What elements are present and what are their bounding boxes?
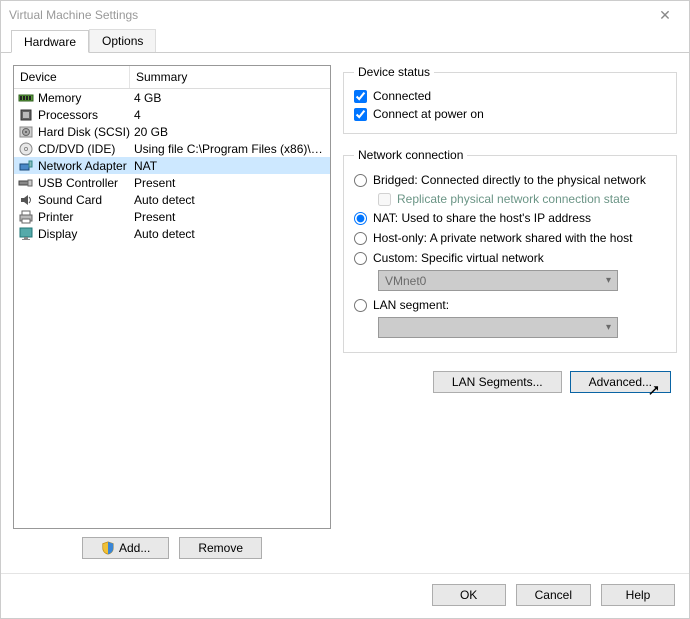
- chevron-down-icon: ▾: [606, 322, 611, 333]
- device-name: Network Adapter: [38, 159, 132, 173]
- device-name: USB Controller: [38, 176, 132, 190]
- device-summary: 4 GB: [132, 91, 326, 105]
- net-icon: [18, 158, 34, 174]
- window-title: Virtual Machine Settings: [9, 8, 649, 22]
- dialog-footer: OK Cancel Help: [1, 573, 689, 618]
- device-summary: Present: [132, 210, 326, 224]
- sound-icon: [18, 192, 34, 208]
- hostonly-label: Host-only: A private network shared with…: [373, 231, 632, 245]
- device-summary: Auto detect: [132, 227, 326, 241]
- device-summary: 4: [132, 108, 326, 122]
- custom-network-value: VMnet0: [385, 274, 426, 288]
- device-summary: NAT: [132, 159, 326, 173]
- custom-label: Custom: Specific virtual network: [373, 251, 544, 265]
- device-table-header: Device Summary: [14, 66, 330, 89]
- device-table: Device Summary Memory4 GBProcessors4Hard…: [13, 65, 331, 529]
- bridged-label: Bridged: Connected directly to the physi…: [373, 173, 646, 187]
- connect-poweron-row[interactable]: Connect at power on: [354, 105, 666, 123]
- printer-icon: [18, 209, 34, 225]
- cd-icon: [18, 141, 34, 157]
- settings-panel: Device status Connected Connect at power…: [343, 65, 677, 559]
- tab-options[interactable]: Options: [89, 29, 156, 52]
- col-summary[interactable]: Summary: [129, 66, 330, 88]
- device-row-usb[interactable]: USB ControllerPresent: [14, 174, 330, 191]
- memory-icon: [18, 90, 34, 106]
- shield-icon: [101, 541, 115, 555]
- content: Device Summary Memory4 GBProcessors4Hard…: [1, 53, 689, 571]
- add-button-label: Add...: [119, 541, 150, 555]
- lansegment-select: x ▾: [378, 317, 618, 338]
- device-row-cd[interactable]: CD/DVD (IDE)Using file C:\Program Files …: [14, 140, 330, 157]
- close-icon[interactable]: ✕: [649, 7, 681, 24]
- connected-label: Connected: [373, 89, 431, 103]
- device-name: CD/DVD (IDE): [38, 142, 132, 156]
- device-status-group: Device status Connected Connect at power…: [343, 65, 677, 134]
- chevron-down-icon: ▾: [606, 275, 611, 286]
- custom-network-select: VMnet0 ▾: [378, 270, 618, 291]
- lansegment-label: LAN segment:: [373, 298, 449, 312]
- device-table-body: Memory4 GBProcessors4Hard Disk (SCSI)20 …: [14, 89, 330, 528]
- device-status-legend: Device status: [354, 65, 434, 79]
- display-icon: [18, 226, 34, 242]
- device-name: Display: [38, 227, 132, 241]
- device-summary: Auto detect: [132, 193, 326, 207]
- col-device[interactable]: Device: [14, 66, 129, 88]
- device-row-display[interactable]: DisplayAuto detect: [14, 225, 330, 242]
- bridged-row[interactable]: Bridged: Connected directly to the physi…: [354, 170, 666, 190]
- replicate-label: Replicate physical network connection st…: [397, 192, 630, 206]
- device-name: Memory: [38, 91, 132, 105]
- cursor-icon: ⭧: [649, 383, 659, 401]
- device-summary: Using file C:\Program Files (x86)\VM...: [132, 142, 326, 156]
- device-summary: 20 GB: [132, 125, 326, 139]
- device-row-cpu[interactable]: Processors4: [14, 106, 330, 123]
- tab-hardware[interactable]: Hardware: [11, 30, 89, 53]
- device-name: Sound Card: [38, 193, 132, 207]
- device-summary: Present: [132, 176, 326, 190]
- custom-row[interactable]: Custom: Specific virtual network: [354, 248, 666, 268]
- remove-button-label: Remove: [198, 541, 243, 555]
- bridged-radio[interactable]: [354, 174, 367, 187]
- device-row-printer[interactable]: PrinterPresent: [14, 208, 330, 225]
- lansegment-radio[interactable]: [354, 299, 367, 312]
- tab-strip: Hardware Options: [1, 29, 689, 53]
- disk-icon: [18, 124, 34, 140]
- device-panel: Device Summary Memory4 GBProcessors4Hard…: [13, 65, 331, 559]
- right-button-row: LAN Segments... Advanced...: [343, 371, 677, 393]
- device-row-sound[interactable]: Sound CardAuto detect: [14, 191, 330, 208]
- device-row-memory[interactable]: Memory4 GB: [14, 89, 330, 106]
- add-button[interactable]: Add...: [82, 537, 169, 559]
- custom-radio[interactable]: [354, 252, 367, 265]
- hostonly-row[interactable]: Host-only: A private network shared with…: [354, 228, 666, 248]
- cancel-button[interactable]: Cancel: [516, 584, 591, 606]
- help-button[interactable]: Help: [601, 584, 675, 606]
- device-buttons: Add... Remove: [13, 537, 331, 559]
- device-name: Hard Disk (SCSI): [38, 125, 132, 139]
- usb-icon: [18, 175, 34, 191]
- replicate-row: Replicate physical network connection st…: [378, 190, 666, 208]
- connected-row[interactable]: Connected: [354, 87, 666, 105]
- replicate-checkbox: [378, 193, 391, 206]
- nat-row[interactable]: NAT: Used to share the host's IP address: [354, 208, 666, 228]
- device-name: Processors: [38, 108, 132, 122]
- network-connection-group: Network connection Bridged: Connected di…: [343, 148, 677, 353]
- lansegment-row[interactable]: LAN segment:: [354, 295, 666, 315]
- connect-poweron-checkbox[interactable]: [354, 108, 367, 121]
- nat-label: NAT: Used to share the host's IP address: [373, 211, 591, 225]
- network-connection-legend: Network connection: [354, 148, 467, 162]
- nat-radio[interactable]: [354, 212, 367, 225]
- device-row-disk[interactable]: Hard Disk (SCSI)20 GB: [14, 123, 330, 140]
- device-row-net[interactable]: Network AdapterNAT: [14, 157, 330, 174]
- remove-button[interactable]: Remove: [179, 537, 262, 559]
- titlebar: Virtual Machine Settings ✕: [1, 1, 689, 29]
- vm-settings-dialog: Virtual Machine Settings ✕ Hardware Opti…: [0, 0, 690, 619]
- connect-poweron-label: Connect at power on: [373, 107, 484, 121]
- lan-segments-button[interactable]: LAN Segments...: [433, 371, 562, 393]
- cpu-icon: [18, 107, 34, 123]
- ok-button[interactable]: OK: [432, 584, 506, 606]
- connected-checkbox[interactable]: [354, 90, 367, 103]
- hostonly-radio[interactable]: [354, 232, 367, 245]
- device-name: Printer: [38, 210, 132, 224]
